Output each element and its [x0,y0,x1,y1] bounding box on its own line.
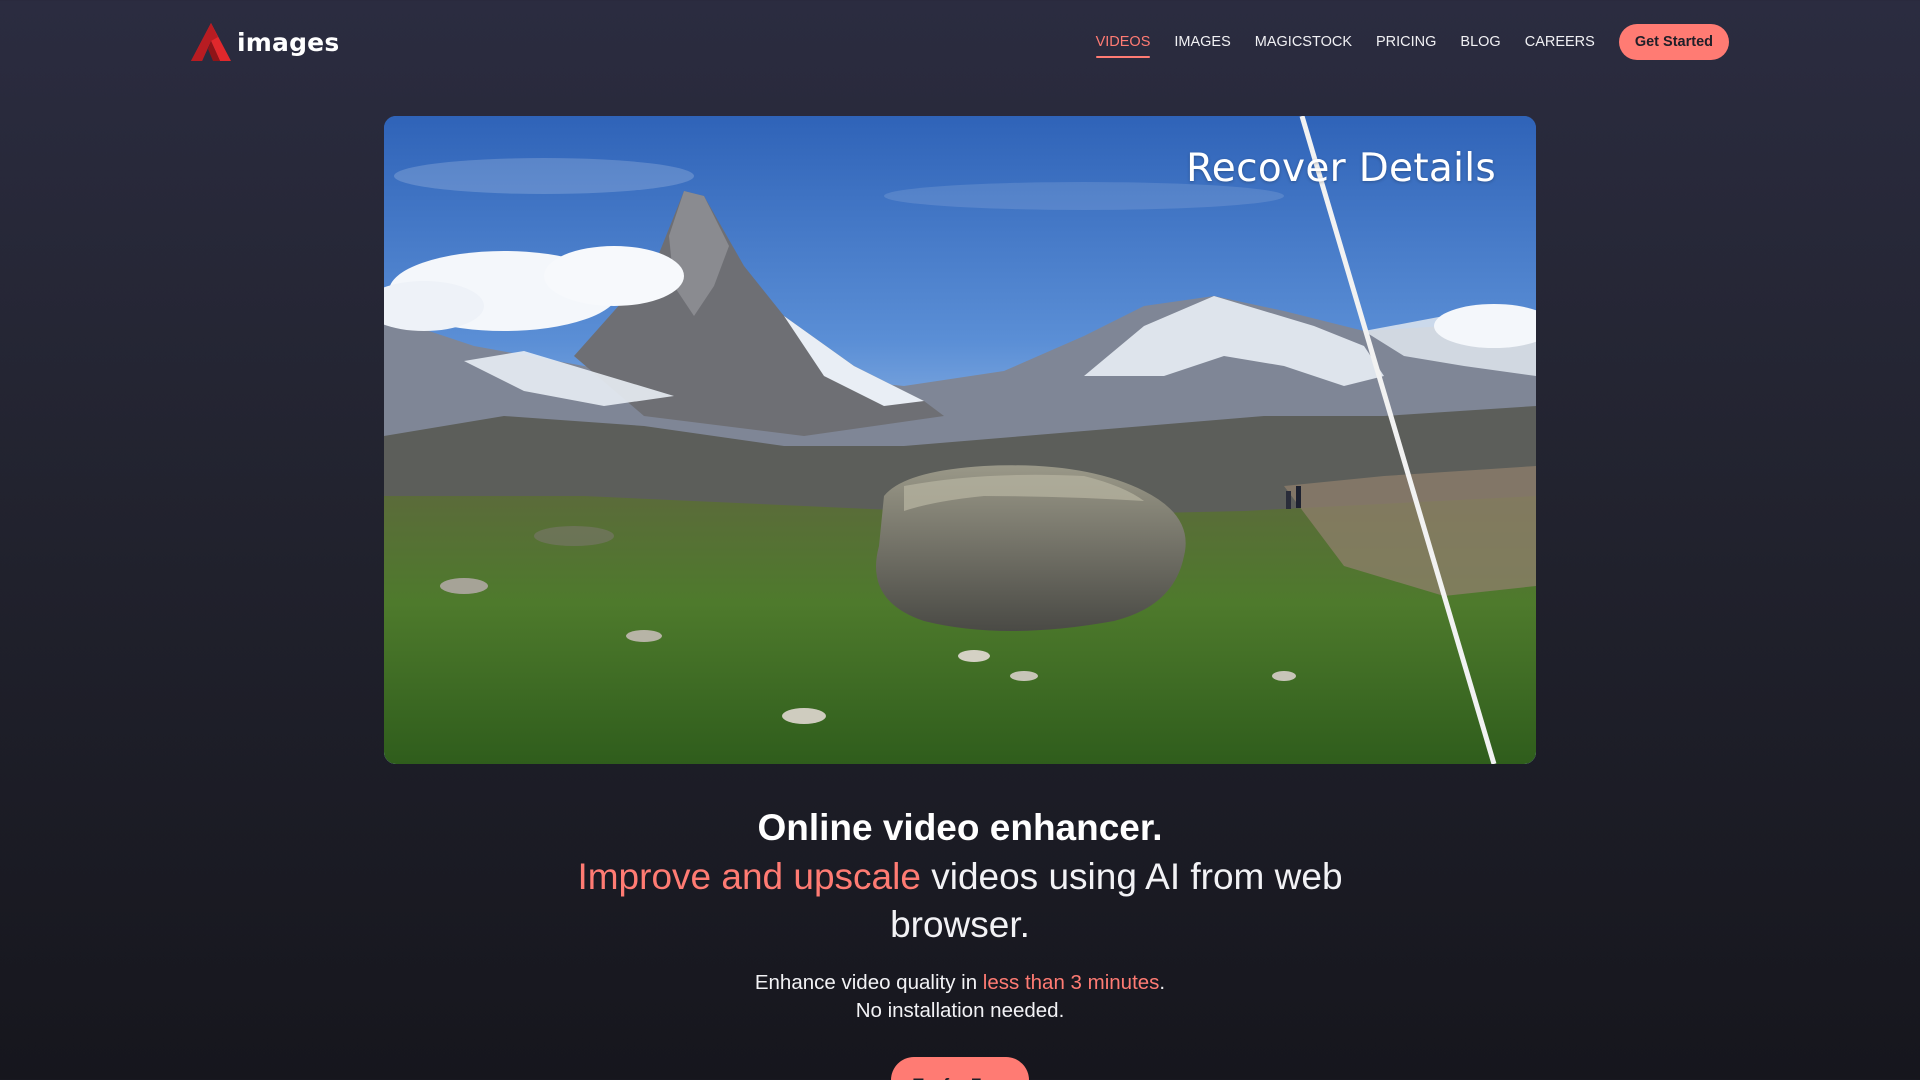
main-nav: VIDEOS IMAGES MAGICSTOCK PRICING BLOG CA… [1095,24,1920,60]
site-header: images VIDEOS IMAGES MAGICSTOCK PRICING … [0,0,1920,84]
recover-details-label: Recover Details [1186,146,1496,191]
nav-item-blog[interactable]: BLOG [1460,24,1500,60]
page-description: Enhance video quality in less than 3 min… [0,969,1920,1025]
brand-name: images [237,27,340,57]
page-subheadline: Improve and upscale videos using AI from… [560,853,1360,949]
description-suffix: . [1159,971,1166,994]
subheadline-accent: Improve and upscale [577,856,921,897]
mountain-landscape-image [384,116,1536,764]
description-line-2: No installation needed. [855,999,1065,1022]
logo-icon [191,23,231,61]
nav-item-videos[interactable]: VIDEOS [1095,24,1150,60]
logo-link[interactable]: images [191,22,339,62]
try-for-free-button[interactable]: Try for Free [891,1057,1029,1080]
nav-item-careers[interactable]: CAREERS [1525,24,1595,60]
nav-item-images[interactable]: IMAGES [1174,24,1230,60]
description-prefix: Enhance video quality in [754,971,983,994]
hero-video-preview[interactable]: Recover Details [384,116,1536,764]
nav-item-pricing[interactable]: PRICING [1376,24,1436,60]
nav-item-magicstock[interactable]: MAGICSTOCK [1255,24,1352,60]
page-headline: Online video enhancer. [757,807,1163,848]
description-accent: less than 3 minutes [982,971,1160,994]
subheadline-rest: videos using AI from web browser. [890,856,1343,945]
get-started-button[interactable]: Get Started [1618,24,1729,60]
